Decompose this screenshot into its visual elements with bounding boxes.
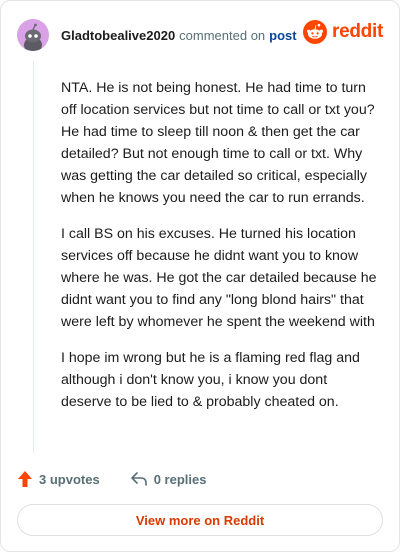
reddit-comment-card: Gladtobealive2020 commented on post reddit… — [0, 0, 400, 552]
reply-button[interactable]: 0 replies — [130, 471, 207, 487]
upvote-button[interactable]: 3 upvotes — [17, 470, 100, 488]
reply-arrow-icon — [130, 472, 147, 486]
comment-header: Gladtobealive2020 commented on post reddit — [17, 17, 383, 53]
reddit-logo-icon — [303, 20, 328, 44]
comment-paragraph: I call BS on his excuses. He turned his … — [61, 226, 377, 330]
avatar-icon[interactable] — [17, 19, 49, 51]
reddit-brand[interactable]: reddit — [303, 20, 383, 44]
username-link[interactable]: Gladtobealive2020 — [61, 28, 175, 43]
commented-on-text: commented on — [179, 27, 266, 43]
comment-paragraph: I hope im wrong but he is a flaming red … — [61, 350, 360, 410]
comment-meta: Gladtobealive2020 commented on post — [61, 28, 297, 43]
upvote-arrow-icon — [18, 471, 32, 487]
comment-paragraph: NTA. He is not being honest. He had time… — [61, 80, 375, 206]
thread-line — [33, 61, 34, 453]
comment-actions: 3 upvotes 0 replies — [17, 468, 236, 490]
comment-body: NTA. He is not being honest. He had time… — [61, 77, 377, 427]
post-link[interactable]: post — [269, 28, 296, 43]
reply-count: 0 replies — [153, 471, 207, 487]
view-more-on-reddit-button[interactable]: View more on Reddit — [17, 504, 383, 536]
reddit-wordmark: reddit — [332, 21, 383, 42]
upvote-count: 3 upvotes — [39, 471, 100, 487]
